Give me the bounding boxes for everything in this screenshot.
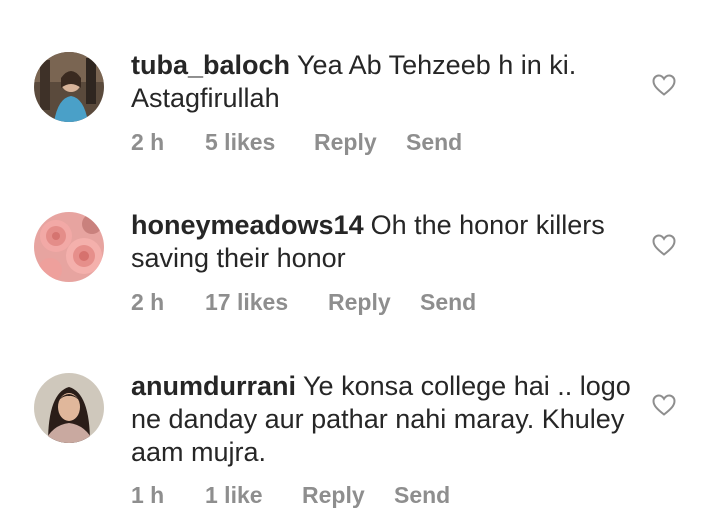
comment-text: anumdurrani Ye konsa college hai .. logo …: [131, 370, 631, 469]
heart-outline-icon[interactable]: [652, 74, 676, 96]
comment-time: 1 h: [131, 482, 165, 508]
avatar[interactable]: [34, 212, 104, 282]
heart-outline-icon[interactable]: [652, 234, 676, 256]
comment-item: anumdurrani Ye konsa college hai .. logo …: [0, 340, 720, 522]
reply-button[interactable]: Reply: [302, 482, 394, 509]
comment-username[interactable]: anumdurrani: [131, 371, 296, 401]
comment-item: tuba_baloch Yea Ab Tehzeeb h in ki. Astag…: [0, 0, 720, 170]
avatar[interactable]: [34, 373, 104, 443]
comment-likes[interactable]: 17 likes: [205, 289, 328, 316]
comment-username[interactable]: tuba_baloch: [131, 50, 290, 80]
send-button[interactable]: Send: [420, 289, 476, 316]
comment-likes[interactable]: 5 likes: [205, 129, 314, 156]
send-button[interactable]: Send: [406, 129, 462, 156]
comment-likes[interactable]: 1 like: [205, 482, 302, 509]
comment-meta: 1 h 1 like Reply Send: [131, 482, 450, 509]
heart-outline-icon[interactable]: [652, 394, 676, 416]
send-button[interactable]: Send: [394, 482, 450, 509]
comment-text: honeymeadows14 Oh the honor killers savin…: [131, 209, 631, 275]
avatar[interactable]: [34, 52, 104, 122]
comment-meta: 2 h 5 likes Reply Send: [131, 129, 462, 156]
comment-item: honeymeadows14 Oh the honor killers savin…: [0, 170, 720, 340]
comment-time: 2 h: [131, 289, 165, 315]
comment-text: tuba_baloch Yea Ab Tehzeeb h in ki. Astag…: [131, 49, 631, 115]
comment-meta: 2 h 17 likes Reply Send: [131, 289, 476, 316]
comment-username[interactable]: honeymeadows14: [131, 210, 364, 240]
reply-button[interactable]: Reply: [314, 129, 406, 156]
comment-time: 2 h: [131, 129, 165, 155]
reply-button[interactable]: Reply: [328, 289, 420, 316]
